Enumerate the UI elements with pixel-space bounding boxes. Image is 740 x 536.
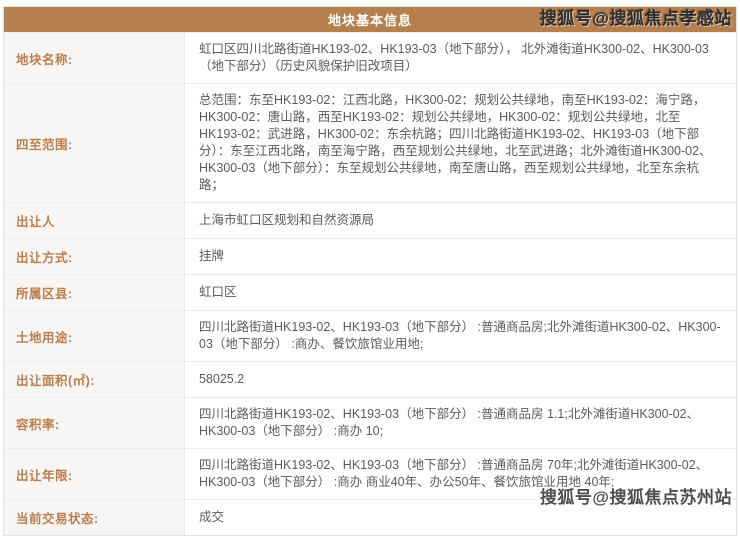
land-info-table: 地块基本信息 地块名称: 虹口区四川北路街道HK193-02、HK193-03（… <box>3 6 737 536</box>
table-row: 出让人 上海市虹口区规划和自然资源局 <box>4 202 736 238</box>
row-label-plot-ratio: 容积率: <box>4 398 185 448</box>
table-row: 所属区县: 虹口区 <box>4 274 736 310</box>
row-value-land-use: 四川北路街道HK193-02、HK193-03（地下部分） :普通商品房;北外滩… <box>185 311 736 361</box>
table-row: 土地用途: 四川北路街道HK193-02、HK193-03（地下部分） :普通商… <box>4 310 736 361</box>
row-value-transfer-method: 挂牌 <box>185 239 736 274</box>
row-value-transfer-term: 四川北路街道HK193-02、HK193-03（地下部分） :普通商品房 70年… <box>185 449 736 499</box>
table-row: 出让方式: 挂牌 <box>4 238 736 274</box>
row-label-transfer-area: 出让面积(㎡): <box>4 362 185 397</box>
row-value-transferor: 上海市虹口区规划和自然资源局 <box>185 203 736 238</box>
table-row: 容积率: 四川北路街道HK193-02、HK193-03（地下部分） :普通商品… <box>4 397 736 448</box>
row-value-plot-ratio: 四川北路街道HK193-02、HK193-03（地下部分） :普通商品房 1.1… <box>185 398 736 448</box>
row-value-parcel-name: 虹口区四川北路街道HK193-02、HK193-03（地下部分）， 北外滩街道H… <box>185 33 736 83</box>
table-row: 当前交易状态: 成交 <box>4 499 736 535</box>
row-label-land-use: 土地用途: <box>4 311 185 361</box>
row-label-district: 所属区县: <box>4 275 185 310</box>
row-label-transfer-term: 出让年限: <box>4 449 185 499</box>
row-value-transfer-area: 58025.2 <box>185 362 736 397</box>
row-value-transaction-status: 成交 <box>185 500 736 535</box>
row-label-boundaries: 四至范围: <box>4 84 185 202</box>
table-title: 地块基本信息 <box>4 7 736 32</box>
row-label-transaction-status: 当前交易状态: <box>4 500 185 535</box>
row-label-parcel-name: 地块名称: <box>4 33 185 83</box>
table-row: 四至范围: 总范围：东至HK193-02：江西北路，HK300-02：规划公共绿… <box>4 83 736 202</box>
row-value-district: 虹口区 <box>185 275 736 310</box>
table-row: 地块名称: 虹口区四川北路街道HK193-02、HK193-03（地下部分）， … <box>4 32 736 83</box>
table-row: 出让年限: 四川北路街道HK193-02、HK193-03（地下部分） :普通商… <box>4 448 736 499</box>
table-row: 出让面积(㎡): 58025.2 <box>4 361 736 397</box>
row-value-boundaries: 总范围：东至HK193-02：江西北路，HK300-02：规划公共绿地，南至HK… <box>185 84 736 202</box>
row-label-transfer-method: 出让方式: <box>4 239 185 274</box>
row-label-transferor: 出让人 <box>4 203 185 238</box>
